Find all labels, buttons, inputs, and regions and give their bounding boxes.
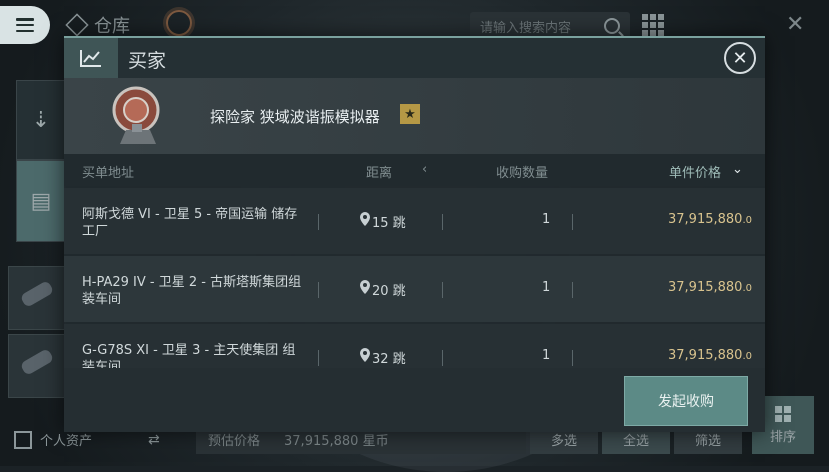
- menu-icon: [16, 18, 34, 32]
- divider: [572, 350, 573, 366]
- table-row[interactable]: H-PA29 IV - 卫星 2 - 古斯塔斯集团组装车间 20 跳 1 37,…: [64, 256, 765, 322]
- column-quantity[interactable]: 收购数量: [496, 162, 548, 181]
- order-address: H-PA29 IV - 卫星 2 - 古斯塔斯集团组装车间: [82, 275, 302, 307]
- table-row[interactable]: G-G78S XI - 卫星 3 - 主天使集团 组装车间 32 跳 1 37,…: [64, 324, 765, 368]
- cart-icon: ⇣: [31, 107, 51, 133]
- order-price-decimal: .0: [742, 215, 752, 226]
- order-price-decimal: .0: [742, 351, 752, 362]
- sell-tab[interactable]: ⇣: [16, 80, 66, 160]
- column-address: 买单地址: [82, 166, 135, 181]
- order-quantity: 1: [542, 212, 551, 227]
- personal-assets[interactable]: 个人资产: [14, 430, 92, 449]
- order-price: 37,915,880.0: [668, 280, 752, 295]
- box-icon: [65, 13, 89, 37]
- close-icon[interactable]: ✕: [786, 12, 804, 37]
- dialog-close-button[interactable]: ✕: [724, 42, 756, 74]
- location-pin-icon: [360, 280, 370, 294]
- location-pin-icon: [360, 212, 370, 226]
- table-row[interactable]: 阿斯戈德 VI - 卫星 5 - 帝国运输 储存工厂 15 跳 1 37,915…: [64, 188, 765, 254]
- divider: [318, 350, 319, 366]
- asset-icon: [14, 430, 32, 449]
- divider: [442, 350, 443, 366]
- buyers-dialog: 买家 ✕ 探险家 狭域波谐振模拟器 ★ 买单地址 距离 ‹ 收购数量 单件价格 …: [64, 36, 765, 432]
- order-address: 阿斯戈德 VI - 卫星 5 - 帝国运输 储存工厂: [82, 207, 298, 239]
- search-placeholder: 请输入搜索内容: [480, 20, 572, 36]
- chevron-left-icon[interactable]: ‹: [422, 162, 427, 177]
- order-price: 37,915,880.0: [668, 348, 752, 363]
- item-image: [112, 86, 160, 144]
- warehouse-title: 仓库: [65, 12, 130, 38]
- clipboard-icon: ▤: [30, 188, 52, 214]
- table-header: 买单地址 距离 ‹ 收购数量 单件价格 ⌄: [64, 154, 765, 186]
- divider: [442, 214, 443, 230]
- location-pin-icon: [360, 348, 370, 362]
- chart-icon: [80, 50, 101, 67]
- item-name: 探险家 狭域波谐振模拟器: [210, 108, 380, 126]
- column-unit-price[interactable]: 单件价格: [669, 162, 721, 181]
- star-icon: ★: [400, 104, 420, 124]
- warehouse-title-text: 仓库: [94, 16, 130, 37]
- order-quantity: 1: [542, 280, 551, 295]
- estimated-price-value: 37,915,880 星币: [284, 433, 389, 449]
- order-jumps: 20 跳: [372, 284, 406, 299]
- dialog-title: 买家: [128, 50, 167, 72]
- menu-button[interactable]: [0, 6, 50, 44]
- order-price: 37,915,880.0: [668, 212, 752, 227]
- ship-thumbnail[interactable]: [8, 334, 66, 398]
- submit-purchase-button[interactable]: 发起收购: [624, 376, 748, 426]
- order-quantity: 1: [542, 348, 551, 363]
- divider: [442, 282, 443, 298]
- dialog-footer: 发起收购: [64, 368, 765, 432]
- search-icon[interactable]: [604, 18, 620, 34]
- orders-list: 阿斯戈德 VI - 卫星 5 - 帝国运输 储存工厂 15 跳 1 37,915…: [64, 186, 765, 368]
- sort-label: 排序: [769, 429, 796, 445]
- order-price-value: 37,915,880: [668, 348, 743, 363]
- order-price-value: 37,915,880: [668, 280, 743, 295]
- divider: [572, 214, 573, 230]
- chevron-down-icon[interactable]: ⌄: [732, 162, 743, 177]
- divider: [318, 282, 319, 298]
- divider: [572, 282, 573, 298]
- item-header: 探险家 狭域波谐振模拟器 ★: [64, 78, 765, 154]
- swap-icon[interactable]: ⇄: [148, 432, 160, 448]
- chart-tab[interactable]: [64, 38, 118, 78]
- divider: [318, 214, 319, 230]
- order-jumps: 32 跳: [372, 352, 406, 367]
- dialog-header: 买家 ✕: [64, 38, 765, 78]
- orders-tab[interactable]: ▤: [16, 160, 66, 242]
- estimated-price-label: 预估价格: [208, 433, 261, 449]
- grid-view-icon[interactable]: [642, 14, 664, 36]
- order-address: G-G78S XI - 卫星 3 - 主天使集团 组装车间: [82, 343, 296, 368]
- ship-thumbnail[interactable]: [8, 266, 66, 330]
- target-icon[interactable]: [166, 10, 192, 36]
- order-jumps: 15 跳: [372, 216, 406, 231]
- order-price-value: 37,915,880: [668, 212, 743, 227]
- column-distance[interactable]: 距离: [366, 162, 392, 181]
- order-price-decimal: .0: [742, 283, 752, 294]
- sort-icon: [775, 405, 791, 422]
- personal-assets-label: 个人资产: [40, 434, 93, 449]
